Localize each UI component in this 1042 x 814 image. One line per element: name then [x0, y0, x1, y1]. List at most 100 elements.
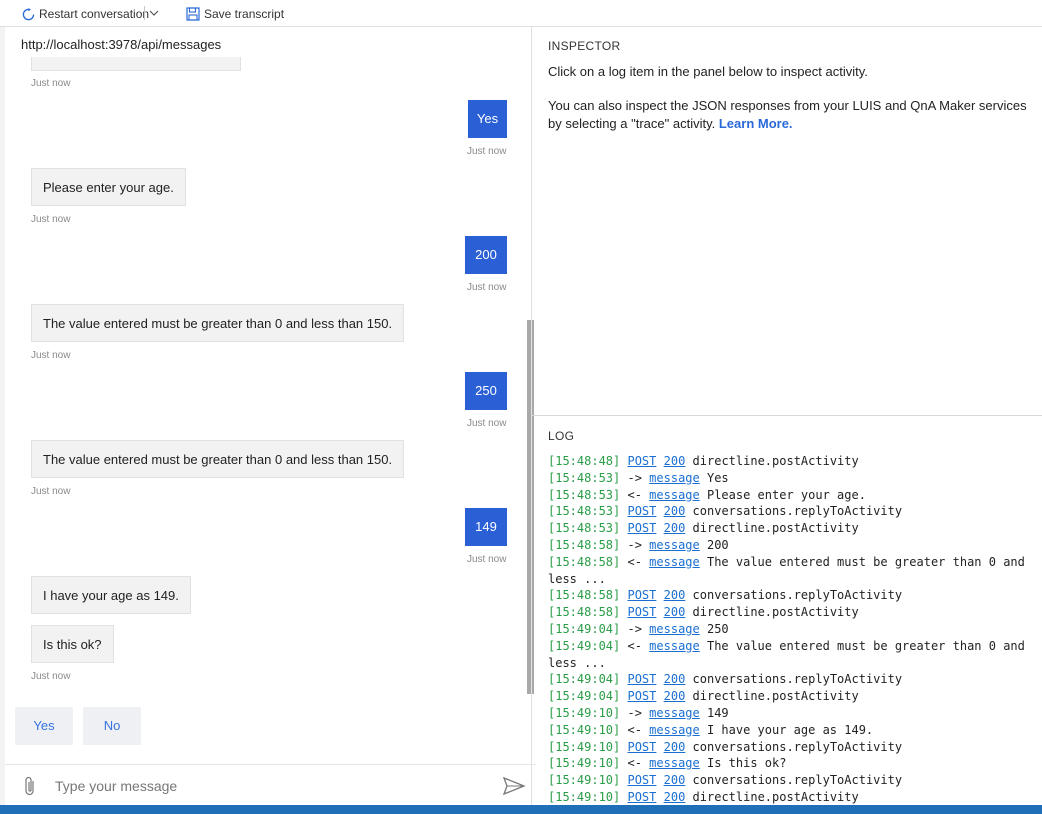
- chat-panel: http://localhost:3978/api/messages Just …: [0, 27, 536, 805]
- log-status-link[interactable]: 200: [664, 790, 686, 804]
- log-entry[interactable]: [15:48:53] POST 200 conversations.replyT…: [548, 503, 1038, 520]
- log-status-link[interactable]: 200: [664, 521, 686, 535]
- user-message: 250: [465, 372, 507, 410]
- log-timestamp: [15:49:04]: [548, 689, 621, 704]
- log-timestamp: [15:49:04]: [548, 638, 621, 653]
- log-status-link[interactable]: 200: [664, 773, 686, 787]
- log-timestamp: [15:49:10]: [548, 773, 621, 788]
- log-message-link[interactable]: message: [649, 723, 700, 737]
- user-message: Yes: [468, 100, 507, 138]
- log-entry[interactable]: [15:49:10] <- message Is this ok?: [548, 755, 1038, 772]
- log-method-link[interactable]: POST: [627, 521, 656, 535]
- learn-more-link[interactable]: Learn More.: [719, 116, 793, 131]
- status-bar: [0, 805, 1042, 814]
- log-direction: <-: [627, 487, 642, 502]
- restart-conversation-label: Restart conversation: [39, 7, 150, 21]
- log-message-link[interactable]: message: [649, 756, 700, 770]
- restart-conversation-button[interactable]: Restart conversation: [22, 5, 149, 23]
- save-transcript-button[interactable]: Save transcript: [186, 5, 284, 23]
- log-direction: <-: [627, 638, 642, 653]
- log-entry[interactable]: [15:48:48] POST 200 directline.postActiv…: [548, 453, 1038, 470]
- log-message-link[interactable]: message: [649, 555, 700, 569]
- log-status-link[interactable]: 200: [664, 672, 686, 686]
- log-text: Is this ok?: [706, 756, 787, 771]
- timestamp: Just now: [31, 671, 71, 682]
- log-method-link[interactable]: POST: [627, 740, 656, 754]
- log-method-link[interactable]: POST: [627, 689, 656, 703]
- log-text: Please enter your age.: [706, 487, 866, 502]
- log-message-link[interactable]: message: [649, 488, 700, 502]
- log-message-link[interactable]: message: [649, 639, 700, 653]
- endpoint-url: http://localhost:3978/api/messages: [21, 37, 222, 52]
- attachment-icon[interactable]: [21, 775, 39, 797]
- suggested-action-no[interactable]: No: [83, 707, 141, 745]
- log-method-link[interactable]: POST: [627, 605, 656, 619]
- log-entry[interactable]: [15:49:10] POST 200 directline.postActiv…: [548, 789, 1038, 805]
- chevron-down-icon[interactable]: [148, 6, 160, 20]
- log-direction: <-: [627, 756, 642, 771]
- log-list[interactable]: [15:48:48] POST 200 directline.postActiv…: [548, 453, 1038, 805]
- log-entry[interactable]: [15:49:10] POST 200 conversations.replyT…: [548, 772, 1038, 789]
- log-method-link[interactable]: POST: [627, 454, 656, 468]
- log-direction: <-: [627, 554, 642, 569]
- save-transcript-label: Save transcript: [204, 7, 285, 21]
- inspector-title: INSPECTOR: [548, 39, 621, 53]
- user-message: 200: [465, 236, 507, 274]
- log-message-link[interactable]: message: [649, 538, 700, 552]
- log-entry[interactable]: [15:49:04] <- message The value entered …: [548, 638, 1038, 672]
- log-method-link[interactable]: POST: [627, 588, 656, 602]
- log-entry[interactable]: [15:49:04] POST 200 directline.postActiv…: [548, 688, 1038, 705]
- timestamp: Just now: [467, 418, 507, 429]
- log-entry[interactable]: [15:48:58] POST 200 conversations.replyT…: [548, 587, 1038, 604]
- toolbar-separator: [144, 6, 145, 20]
- log-text: conversations.replyToActivity: [692, 773, 903, 788]
- log-timestamp: [15:48:58]: [548, 588, 621, 603]
- log-direction: <-: [627, 722, 642, 737]
- log-status-link[interactable]: 200: [664, 454, 686, 468]
- log-method-link[interactable]: POST: [627, 773, 656, 787]
- log-message-link[interactable]: message: [649, 706, 700, 720]
- log-status-link[interactable]: 200: [664, 605, 686, 619]
- timestamp: Just now: [31, 214, 71, 225]
- log-entry[interactable]: [15:48:53] <- message Please enter your …: [548, 487, 1038, 504]
- log-method-link[interactable]: POST: [627, 790, 656, 804]
- timestamp: Just now: [31, 350, 71, 361]
- log-status-link[interactable]: 200: [664, 689, 686, 703]
- log-message-link[interactable]: message: [649, 471, 700, 485]
- log-entry[interactable]: [15:48:58] -> message 200: [548, 537, 1038, 554]
- timestamp: Just now: [31, 486, 71, 497]
- timestamp: Just now: [31, 78, 71, 89]
- log-entry[interactable]: [15:49:10] <- message I have your age as…: [548, 722, 1038, 739]
- bot-message: Please enter your age.: [31, 168, 186, 206]
- log-text: I have your age as 149.: [706, 722, 874, 737]
- log-entry[interactable]: [15:48:53] POST 200 directline.postActiv…: [548, 520, 1038, 537]
- log-method-link[interactable]: POST: [627, 672, 656, 686]
- log-method-link[interactable]: POST: [627, 504, 656, 518]
- log-timestamp: [15:49:10]: [548, 789, 621, 804]
- log-text: 149: [706, 705, 729, 720]
- log-direction: ->: [627, 621, 642, 636]
- log-timestamp: [15:48:53]: [548, 487, 621, 502]
- send-icon[interactable]: [502, 776, 526, 796]
- log-status-link[interactable]: 200: [664, 740, 686, 754]
- suggested-action-yes[interactable]: Yes: [15, 707, 73, 745]
- log-entry[interactable]: [15:49:04] -> message 250: [548, 621, 1038, 638]
- log-entry[interactable]: [15:49:10] POST 200 conversations.replyT…: [548, 739, 1038, 756]
- log-status-link[interactable]: 200: [664, 504, 686, 518]
- log-entry[interactable]: [15:48:58] <- message The value entered …: [548, 554, 1038, 588]
- log-entry[interactable]: [15:49:04] POST 200 conversations.replyT…: [548, 671, 1038, 688]
- log-entry[interactable]: [15:48:53] -> message Yes: [548, 470, 1038, 487]
- bot-message: The value entered must be greater than 0…: [31, 304, 405, 342]
- log-entry[interactable]: [15:49:10] -> message 149: [548, 705, 1038, 722]
- transcript[interactable]: Just now Yes Just now Please enter your …: [10, 57, 532, 721]
- message-input[interactable]: [55, 775, 475, 797]
- log-timestamp: [15:48:53]: [548, 470, 621, 485]
- bot-message-cut: [31, 57, 241, 71]
- log-entry[interactable]: [15:48:58] POST 200 directline.postActiv…: [548, 604, 1038, 621]
- log-message-link[interactable]: message: [649, 622, 700, 636]
- log-text: directline.postActivity: [692, 789, 859, 804]
- log-timestamp: [15:49:10]: [548, 756, 621, 771]
- log-text: directline.postActivity: [692, 521, 859, 536]
- log-status-link[interactable]: 200: [664, 588, 686, 602]
- timestamp: Just now: [467, 282, 507, 293]
